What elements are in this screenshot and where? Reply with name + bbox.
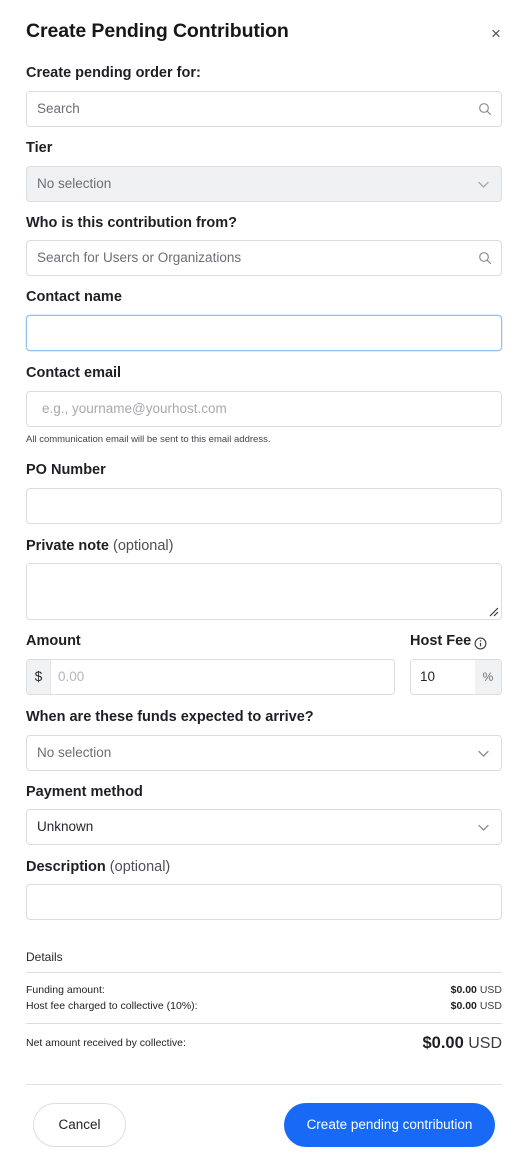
net-amount-label: Net amount received by collective: <box>26 1037 186 1049</box>
private-note-textarea[interactable] <box>26 563 502 620</box>
funding-amount-currency: USD <box>479 984 502 996</box>
host-fee-input[interactable]: 10 % <box>410 659 502 695</box>
host-fee-charged-label: Host fee charged to collective (10%): <box>26 1000 198 1012</box>
host-fee-charged-value: $0.00 <box>450 1000 477 1012</box>
host-fee-value: 10 <box>420 669 436 684</box>
contact-email-placeholder: e.g., yourname@yourhost.com <box>42 401 227 416</box>
cancel-button[interactable]: Cancel <box>33 1103 126 1147</box>
percent-suffix: % <box>475 660 501 694</box>
contact-email-label: Contact email <box>26 365 122 381</box>
amount-placeholder: 0.00 <box>58 669 85 684</box>
search-icon <box>479 252 492 265</box>
funding-amount-total: $0.00 USD <box>451 984 502 996</box>
pending-order-for-placeholder: Search <box>37 101 80 116</box>
tier-select-value: No selection <box>37 176 112 191</box>
contribution-from-label: Who is this contribution from? <box>26 215 238 231</box>
chevron-down-icon <box>478 750 489 757</box>
resize-handle-icon[interactable] <box>488 606 499 617</box>
net-amount-value: $0.00 <box>422 1034 464 1052</box>
host-fee-charged-currency: USD <box>479 1000 502 1012</box>
details-heading: Details <box>26 950 63 964</box>
host-fee-charged-total: $0.00 USD <box>451 1000 502 1012</box>
create-pending-contribution-button[interactable]: Create pending contribution <box>284 1103 495 1147</box>
description-optional: (optional) <box>109 859 171 875</box>
description-input[interactable] <box>26 884 502 920</box>
host-fee-label: Host Fee <box>410 633 472 649</box>
description-label: Description (optional) <box>26 859 170 875</box>
tier-label: Tier <box>26 140 53 156</box>
po-number-label: PO Number <box>26 462 106 478</box>
private-note-label-text: Private note <box>26 538 109 554</box>
currency-prefix: $ <box>27 660 51 694</box>
expected-arrival-label: When are these funds expected to arrive? <box>26 709 314 725</box>
modal-title: Create Pending Contribution <box>26 20 289 42</box>
contact-name-label: Contact name <box>26 289 122 305</box>
close-icon[interactable]: × <box>486 24 506 44</box>
pending-order-for-search-input[interactable]: Search <box>26 91 502 127</box>
tier-select[interactable]: No selection <box>26 166 502 202</box>
search-icon <box>479 103 492 116</box>
payment-method-label: Payment method <box>26 784 143 800</box>
net-amount-currency: USD <box>468 1035 502 1052</box>
private-note-optional: (optional) <box>113 538 174 554</box>
payment-method-value: Unknown <box>37 819 94 834</box>
expected-arrival-select[interactable]: No selection <box>26 735 502 771</box>
contribution-from-placeholder: Search for Users or Organizations <box>37 250 242 265</box>
contribution-from-search-input[interactable]: Search for Users or Organizations <box>26 240 502 276</box>
contact-email-hint: All communication email will be sent to … <box>26 434 271 445</box>
payment-method-select[interactable]: Unknown <box>26 809 502 845</box>
net-amount-total: $0.00 USD <box>422 1034 502 1053</box>
create-pending-contribution-modal: Create Pending Contribution × Create pen… <box>0 0 531 1170</box>
funding-amount-value: $0.00 <box>450 984 477 996</box>
funding-amount-label: Funding amount: <box>26 984 105 996</box>
private-note-label: Private note (optional) <box>26 538 173 554</box>
expected-arrival-value: No selection <box>37 745 112 760</box>
amount-label: Amount <box>26 633 81 649</box>
contact-name-input[interactable] <box>26 315 502 351</box>
chevron-down-icon <box>478 824 489 831</box>
pending-order-for-label: Create pending order for: <box>26 65 201 81</box>
footer-divider <box>26 1084 502 1085</box>
contact-email-input[interactable]: e.g., yourname@yourhost.com <box>26 391 502 427</box>
amount-input[interactable]: $ 0.00 <box>26 659 395 695</box>
info-icon[interactable] <box>474 637 487 650</box>
po-number-input[interactable] <box>26 488 502 524</box>
description-label-text: Description <box>26 859 106 875</box>
divider <box>26 972 502 973</box>
chevron-down-icon <box>478 181 489 188</box>
divider <box>26 1023 502 1024</box>
